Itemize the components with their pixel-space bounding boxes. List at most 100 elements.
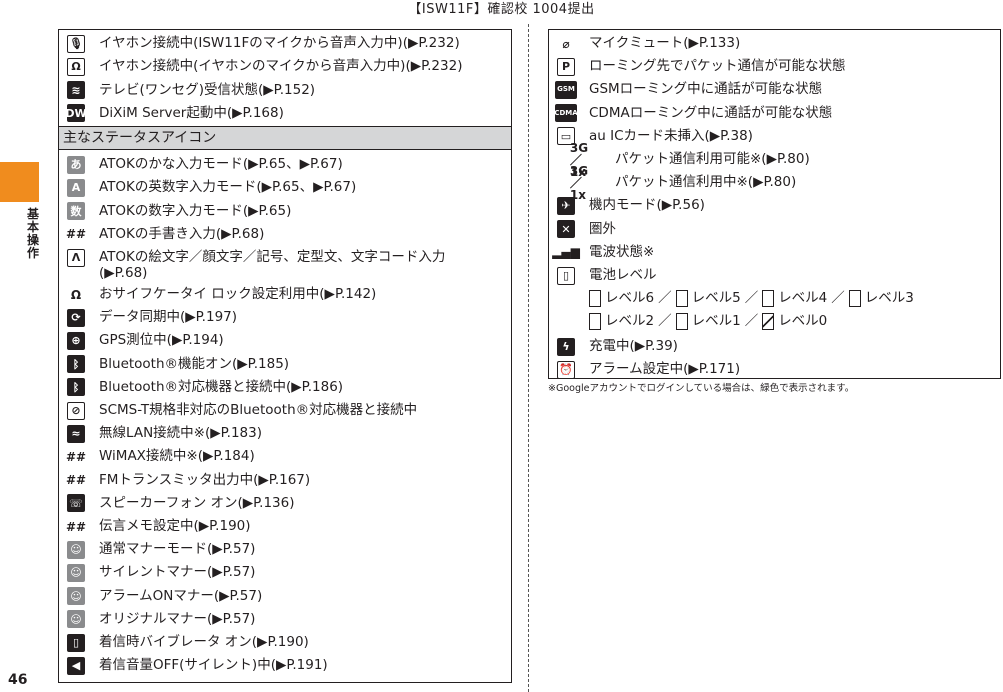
battery-separator: ／ <box>744 313 759 330</box>
battery-separator: ／ <box>658 290 672 307</box>
status-icon-description: Bluetooth®対応機器と接続中(▶P.186) <box>99 378 344 395</box>
battery-level-list: レベル6 ／レベル5 ／レベル4 ／レベル3 <box>589 287 914 309</box>
speakerphone-icon: ☏ <box>67 494 85 513</box>
earphone-mic-icon: Ω <box>67 57 85 76</box>
icon-cell: ᛒ <box>59 353 93 376</box>
status-icon-description: 電池レベル <box>589 267 657 283</box>
status-icon-description: イヤホン接続中(ISW11Fのマイクから音声入力中)(▶P.232) <box>99 35 460 51</box>
status-icon-row: 数 ATOKの数字入力モード(▶P.65) <box>59 200 511 223</box>
status-icon-row: 3G／1x パケット通信利用可能※(▶P.80) <box>549 142 1000 178</box>
battery-separator: ／ <box>658 313 672 330</box>
status-icon-description: 着信音量OFF(サイレント)中(▶P.191) <box>99 657 328 674</box>
status-icon-row: ☺ サイレントマナー(▶P.57) <box>59 561 511 584</box>
icon-cell: ◀ <box>59 654 93 677</box>
vibrate-icon: ▯ <box>67 633 85 652</box>
mic-icon: 🎙 <box>67 34 85 53</box>
status-icon-row: CDMA CDMAローミング中に通話が可能な状態 <box>549 102 1000 125</box>
battery-level-icon <box>762 289 775 307</box>
status-icon-row: ⌀ マイクミュート(▶P.133) <box>549 32 1000 55</box>
battery-separator: ／ <box>831 290 845 307</box>
icon-cell: ## <box>59 469 93 492</box>
icon-cell: ⏰ <box>549 358 583 381</box>
battery-level-icon <box>675 289 688 307</box>
section-heading: 主なステータスアイコン <box>59 126 511 151</box>
status-icon-row: ⊕ GPS測位中(▶P.194) <box>59 329 511 352</box>
status-icon-description: 圏外 <box>589 220 616 237</box>
status-icon-description: 電波状態※ <box>589 243 655 260</box>
icon-cell: ᛒ <box>59 376 93 399</box>
status-icon-description: サイレントマナー(▶P.57) <box>99 564 256 581</box>
status-icon-description: オリジナルマナー(▶P.57) <box>99 610 256 627</box>
icon-cell: ϟ <box>549 335 583 358</box>
status-icon-description: GPS測位中(▶P.194) <box>99 332 224 349</box>
icon-cell: ✈ <box>549 194 583 217</box>
status-icon-description: ローミング先でパケット通信が可能な状態 <box>589 58 846 75</box>
status-icon-description: ATOKの手書き入力(▶P.68) <box>99 225 265 242</box>
icon-cell: ## <box>59 223 93 246</box>
page-number: 46 <box>8 672 28 688</box>
icon-cell: ▯ <box>549 264 583 287</box>
battery-separator: ／ <box>744 290 759 307</box>
roaming-packet-icon: P <box>557 57 575 76</box>
manner-silent-icon: ☺ <box>67 563 85 582</box>
icon-cell: ≈ <box>59 422 93 445</box>
page-header-title: 【ISW11F】確認校 1004提出 <box>408 2 595 17</box>
status-icon-row: ☏ スピーカーフォン オン(▶P.136) <box>59 492 511 515</box>
status-icon-table-right: ⌀ マイクミュート(▶P.133) P ローミング先でパケット通信が可能な状態 GSM G… <box>548 29 1001 379</box>
battery-level-label: レベル4 <box>778 290 828 307</box>
status-icon-row: ▭ au ICカード未挿入(▶P.38) <box>549 125 1000 148</box>
status-icon-row: ## ATOKの手書き入力(▶P.68) <box>59 223 511 246</box>
status-icon-description: テレビ(ワンセグ)受信状態(▶P.152) <box>99 81 316 98</box>
icon-cell: ⊕ <box>59 329 93 352</box>
status-icon-row: Ω おサイフケータイ ロック設定利用中(▶P.142) <box>59 283 511 306</box>
battery-level-label: レベル6 <box>605 290 655 307</box>
icon-cell: ▂▄▆ <box>549 241 583 264</box>
status-icon-row: ▂▄▆ 電波状態※ <box>549 241 1000 264</box>
icon-cell: A <box>59 176 93 199</box>
handwriting-icon: ## <box>65 227 87 242</box>
status-icon-row: ▯ 着信時バイブレータ オン(▶P.190) <box>59 631 511 654</box>
icon-cell: GSM <box>549 78 583 101</box>
status-icon-description: SCMS-T規格非対応のBluetooth®対応機器と接続中 <box>99 402 418 418</box>
status-icon-description: ATOKの絵文字／顔文字／記号、定型文、文字コード入力(▶P.68) <box>99 249 446 281</box>
status-icon-row: ⏰ アラーム設定中(▶P.171) <box>549 358 1000 381</box>
signal-strength-icon: ▂▄▆ <box>552 245 580 260</box>
battery-level-label: レベル1 <box>691 313 741 330</box>
chapter-tab <box>0 162 39 202</box>
column-divider <box>528 24 529 692</box>
icon-cell: ## <box>59 515 93 538</box>
status-icon-description: マイクミュート(▶P.133) <box>589 35 741 51</box>
status-icon-row: ✈ 機内モード(▶P.56) <box>549 194 1000 217</box>
status-icon-description: おサイフケータイ ロック設定利用中(▶P.142) <box>99 286 377 302</box>
icon-cell: Λ <box>59 246 93 269</box>
wifi-icon: ≈ <box>67 424 85 443</box>
status-icon-row: 🎙 イヤホン接続中(ISW11Fのマイクから音声入力中)(▶P.232) <box>59 32 511 55</box>
manner-alarm-icon: ☺ <box>67 587 85 606</box>
mic-mute-icon: ⌀ <box>562 36 570 51</box>
icon-cell: ✕ <box>549 218 583 241</box>
status-icon-description: パケット通信利用中※(▶P.80) <box>615 174 797 191</box>
airplane-mode-icon: ✈ <box>557 196 575 215</box>
status-icon-row: ⟳ データ同期中(▶P.197) <box>59 306 511 329</box>
packet-active-icon: 3G／1x <box>569 163 589 202</box>
status-icon-row: ▯ 電池レベル <box>549 264 1000 287</box>
wimax-icon: ## <box>65 449 87 464</box>
chapter-label: 基 本 操 作 <box>26 208 40 260</box>
status-icon-row: ᛒ Bluetooth®対応機器と接続中(▶P.186) <box>59 376 511 399</box>
status-icon-row: あ ATOKのかな入力モード(▶P.65、▶P.67) <box>59 153 511 176</box>
status-icon-description: スピーカーフォン オン(▶P.136) <box>99 494 295 511</box>
icon-cell: ☺ <box>59 585 93 608</box>
status-icon-row: ✕ 圏外 <box>549 218 1000 241</box>
tv-wave-icon: ≋ <box>67 81 85 100</box>
battery-level-label: レベル2 <box>605 313 655 330</box>
voice-memo-icon: ## <box>65 519 87 534</box>
status-icon-row: ☺ オリジナルマナー(▶P.57) <box>59 608 511 631</box>
icon-cell: ☺ <box>59 608 93 631</box>
icon-cell: ☺ <box>59 538 93 561</box>
battery-level-icon <box>675 312 688 330</box>
bluetooth-connected-icon: ᛒ <box>67 378 85 397</box>
bluetooth-icon: ᛒ <box>67 355 85 374</box>
status-icon-description: 着信時バイブレータ オン(▶P.190) <box>99 634 309 650</box>
manner-normal-icon: ☺ <box>67 540 85 559</box>
status-icon-row: 3G／1x パケット通信利用中※(▶P.80) <box>549 163 1000 202</box>
